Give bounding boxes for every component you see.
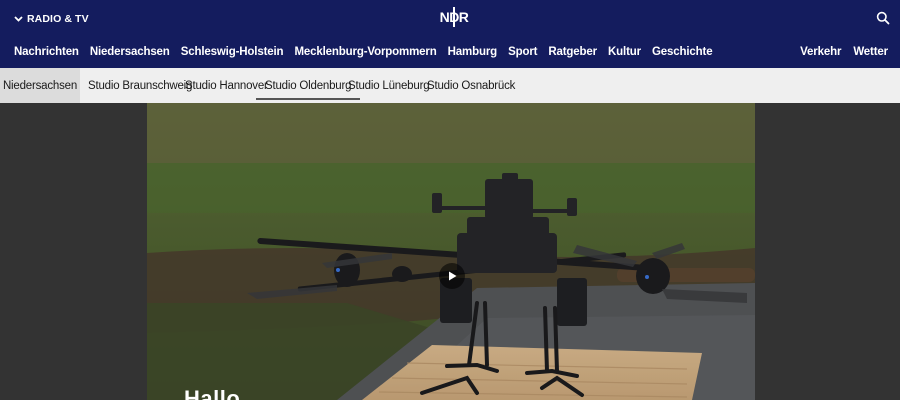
site-header: RADIO & TV NDR Nachrichten Niedersachsen… <box>0 0 900 68</box>
nav-item-schleswig-holstein[interactable]: Schleswig-Holstein <box>181 46 284 62</box>
nav-item-mecklenburg-vorpommern[interactable]: Mecklenburg-Vorpommern <box>294 46 436 62</box>
nav-item-wetter[interactable]: Wetter <box>853 46 888 62</box>
play-icon <box>449 271 457 281</box>
subnav-item-niedersachsen[interactable]: Niedersachsen <box>0 68 80 103</box>
video-caption: Hallo <box>184 386 241 400</box>
nav-item-hamburg[interactable]: Hamburg <box>448 46 498 62</box>
ndr-logo[interactable]: NDR <box>440 5 469 29</box>
nav-item-ratgeber[interactable]: Ratgeber <box>548 46 597 62</box>
nav-item-kultur[interactable]: Kultur <box>608 46 641 62</box>
radio-tv-label: RADIO & TV <box>27 13 89 25</box>
subnav-item-studio-oldenburg[interactable]: Studio Oldenburg <box>255 68 361 103</box>
nav-item-verkehr[interactable]: Verkehr <box>800 46 841 62</box>
video-thumbnail <box>147 103 755 400</box>
radio-tv-menu-button[interactable]: RADIO & TV <box>14 11 89 27</box>
nav-item-nachrichten[interactable]: Nachrichten <box>14 46 79 62</box>
play-button[interactable] <box>439 263 465 289</box>
video-player[interactable]: Hallo <box>147 103 755 400</box>
nav-item-sport[interactable]: Sport <box>508 46 537 62</box>
chevron-down-icon <box>14 16 23 22</box>
logo-bar <box>453 7 455 27</box>
subnav-item-studio-lueneburg[interactable]: Studio Lüneburg <box>348 68 430 103</box>
video-stage: Hallo <box>0 103 900 400</box>
main-navigation: Nachrichten Niedersachsen Schleswig-Hols… <box>14 46 723 62</box>
nav-item-geschichte[interactable]: Geschichte <box>652 46 713 62</box>
subnav-item-studio-braunschweig[interactable]: Studio Braunschweig <box>88 68 192 103</box>
search-icon[interactable] <box>876 11 890 25</box>
regional-subnav: Niedersachsen Studio Braunschweig Studio… <box>0 68 900 103</box>
right-navigation: Verkehr Wetter <box>800 46 888 62</box>
subnav-item-studio-osnabrueck[interactable]: Studio Osnabrück <box>427 68 515 103</box>
nav-item-niedersachsen[interactable]: Niedersachsen <box>90 46 170 62</box>
